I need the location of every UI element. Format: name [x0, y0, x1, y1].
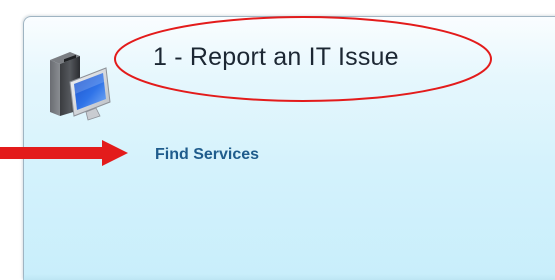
desktop-computer-icon: [50, 52, 111, 121]
page: 1 - Report an IT Issue Find Services: [0, 0, 555, 280]
find-services-link[interactable]: Find Services: [155, 145, 259, 165]
card-title: 1 - Report an IT Issue: [153, 43, 399, 71]
